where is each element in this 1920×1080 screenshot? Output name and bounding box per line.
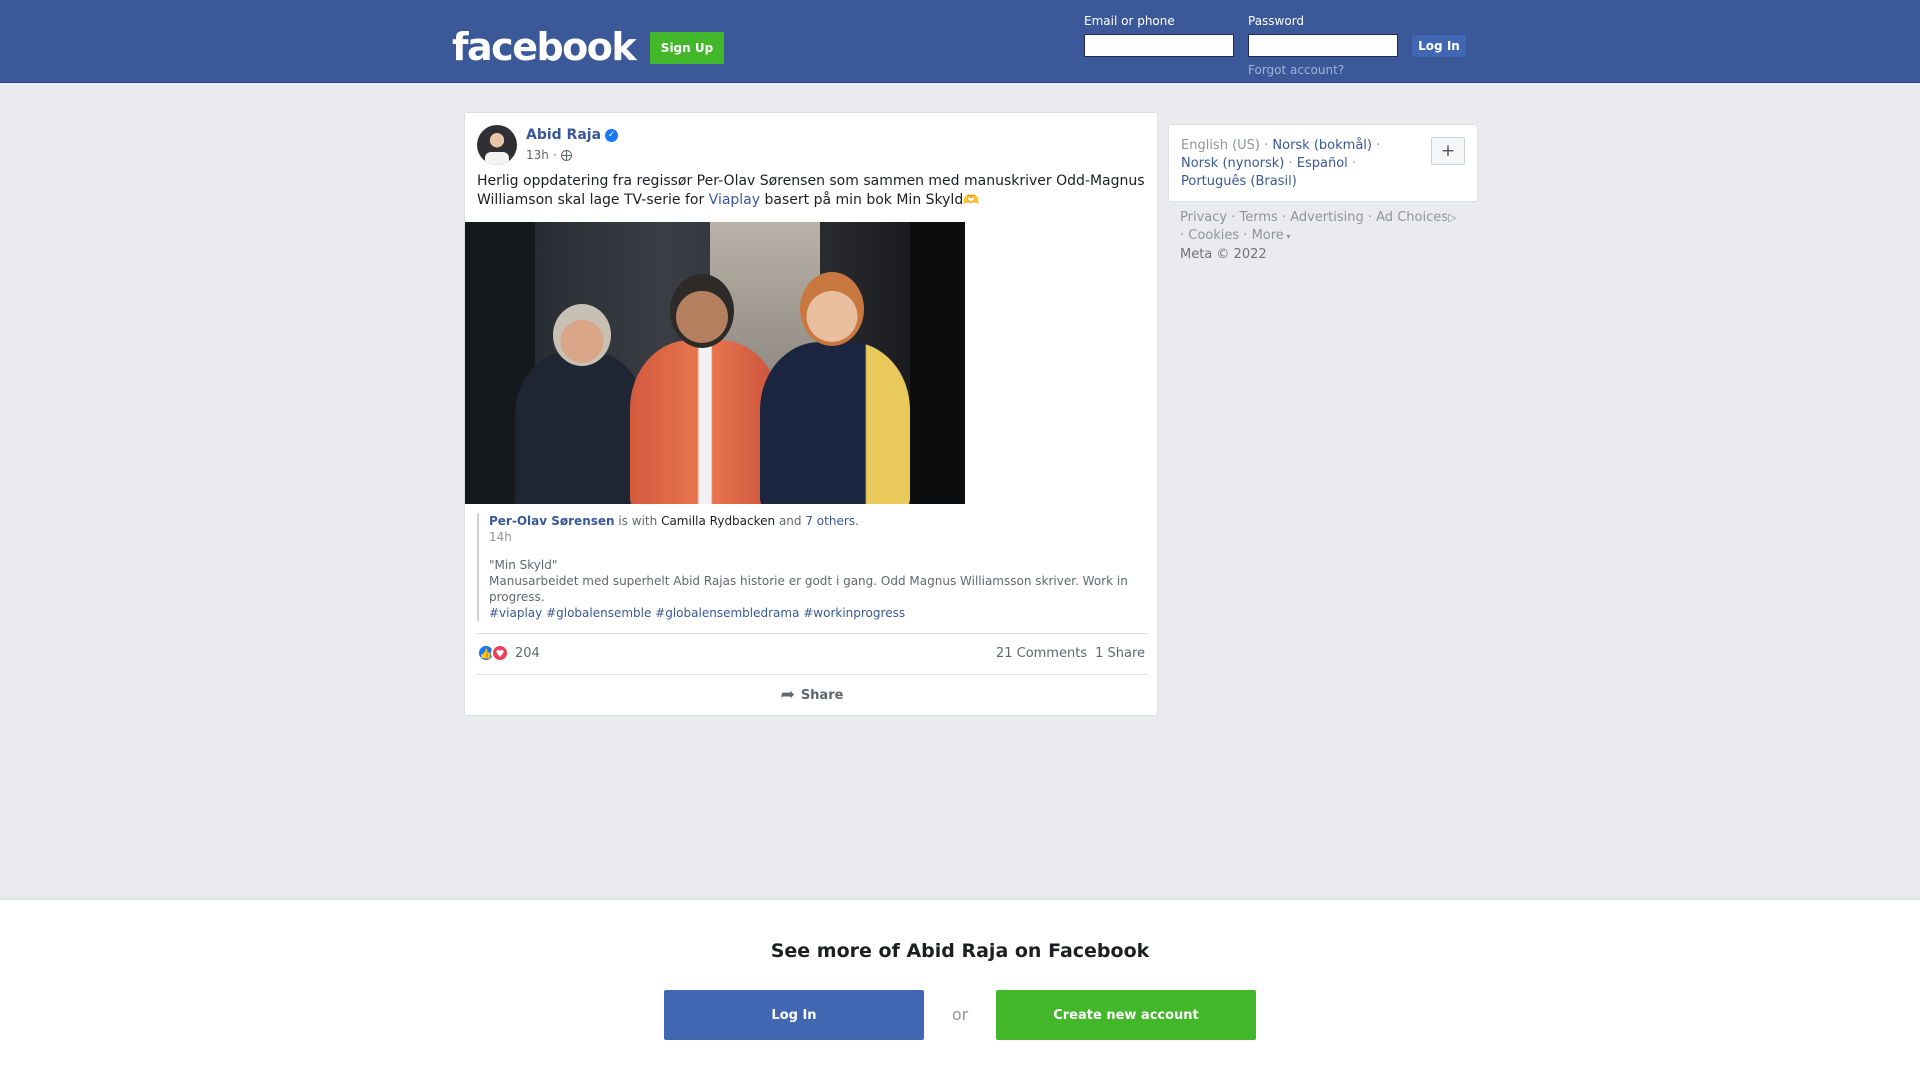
password-label: Password — [1248, 14, 1305, 28]
author-avatar[interactable] — [477, 125, 517, 165]
shared-period: . — [855, 514, 859, 528]
footer-sep: · — [1239, 228, 1252, 243]
footer-sep: · — [1227, 210, 1240, 225]
shared-author[interactable]: Per-Olav Sørensen — [489, 514, 615, 528]
caret-down-icon: ▾ — [1283, 232, 1291, 241]
shares-count[interactable]: 1 Share — [1095, 646, 1145, 661]
verified-badge-icon: ✓ — [605, 128, 619, 142]
language-link-portugues[interactable]: Português (Brasil) — [1181, 174, 1297, 189]
shared-and: and — [775, 514, 806, 528]
comments-count[interactable]: 21 Comments — [996, 646, 1087, 661]
lang-sep: · — [1371, 138, 1381, 153]
share-arrow-icon: ➦ — [780, 685, 795, 705]
create-account-button[interactable]: Create new account — [996, 990, 1256, 1040]
email-input[interactable] — [1084, 34, 1234, 57]
language-link-espanol[interactable]: Español — [1297, 156, 1348, 171]
email-label: Email or phone — [1084, 14, 1175, 28]
ad-choices-link[interactable]: Ad Choices — [1376, 210, 1448, 225]
cookies-link[interactable]: Cookies — [1188, 228, 1239, 243]
others-link[interactable]: 7 others — [805, 514, 855, 528]
language-link-norsk-bokmal[interactable]: Norsk (bokmål) — [1272, 138, 1372, 153]
post-meta: 13h · — [526, 148, 572, 162]
viaplay-link[interactable]: Viaplay — [709, 192, 760, 208]
shared-post: Per-Olav Sørensen is with Camilla Rydbac… — [477, 513, 1149, 621]
plus-icon: + — [1440, 141, 1456, 161]
ad-choices-icon: ▷ — [1448, 211, 1457, 224]
post-text: Herlig oppdatering fra regissør Per-Olav… — [477, 172, 1149, 210]
login-prompt-title: See more of Abid Raja on Facebook — [770, 940, 1150, 962]
globe-icon — [560, 149, 572, 161]
footer-sep: · — [1277, 210, 1291, 225]
post-card: Abid Raja ✓ 13h · Herlig oppdatering fra… — [464, 112, 1158, 716]
lang-sep: · — [1347, 156, 1357, 171]
engagement-counts: 21 Comments 1 Share — [996, 646, 1145, 661]
privacy-link[interactable]: Privacy — [1180, 210, 1227, 225]
shared-is-with: is with — [614, 514, 662, 528]
bottom-login-button[interactable]: Log In — [664, 990, 924, 1040]
author-name[interactable]: Abid Raja — [526, 127, 601, 143]
signup-button[interactable]: Sign Up — [650, 32, 724, 64]
heart-hands-icon: 🫶 — [963, 193, 980, 208]
copyright: Meta © 2022 — [1180, 247, 1267, 262]
post-time[interactable]: 13h — [526, 148, 549, 162]
footer-links: Privacy · Terms · Advertising · Ad Choic… — [1180, 209, 1480, 264]
password-input[interactable] — [1248, 34, 1398, 57]
forgot-account-link[interactable]: Forgot account? — [1248, 63, 1344, 77]
more-languages-button[interactable]: + — [1431, 137, 1465, 165]
facebook-logo[interactable]: facebook — [452, 24, 637, 70]
language-current: English (US) — [1181, 138, 1260, 153]
shared-title: "Min Skyld" — [489, 558, 558, 572]
share-label: Share — [800, 687, 844, 703]
language-list: English (US) · Norsk (bokmål) · Norsk (n… — [1181, 137, 1421, 191]
language-link-norsk-nynorsk[interactable]: Norsk (nynorsk) — [1181, 156, 1284, 171]
post-author: Abid Raja ✓ — [526, 127, 619, 143]
language-selector: English (US) · Norsk (bokmål) · Norsk (n… — [1168, 124, 1478, 202]
footer-sep: · — [1363, 210, 1377, 225]
shared-time[interactable]: 14h — [489, 529, 1149, 545]
or-separator: or — [951, 1005, 969, 1024]
hashtags[interactable]: #viaplay #globalensemble #globalensemble… — [489, 605, 1149, 621]
more-link[interactable]: More — [1252, 228, 1284, 243]
advertising-link[interactable]: Advertising — [1290, 210, 1364, 225]
lang-sep: · — [1284, 156, 1297, 171]
terms-link[interactable]: Terms — [1239, 210, 1277, 225]
login-prompt-bar: See more of Abid Raja on Facebook Log In… — [0, 900, 1920, 1080]
reaction-count: 204 — [515, 645, 540, 661]
shared-header: Per-Olav Sørensen is with Camilla Rydbac… — [489, 513, 1149, 529]
shared-body: Manusarbeidet med superhelt Abid Rajas h… — [489, 574, 1128, 604]
love-reaction-icon: ♥ — [491, 644, 509, 662]
top-navbar: facebook Sign Up Email or phone Password… — [0, 0, 1920, 83]
divider — [477, 633, 1147, 634]
divider — [477, 674, 1147, 675]
reactions-summary[interactable]: 👍 ♥ 204 — [477, 644, 540, 662]
lang-sep: · — [1259, 138, 1273, 153]
post-text-part: basert på min bok Min Skyld — [760, 192, 964, 208]
post-photo[interactable] — [465, 222, 965, 504]
share-button[interactable]: ➦ Share — [477, 679, 1147, 711]
tagged-person[interactable]: Camilla Rydbacken — [661, 514, 775, 528]
meta-separator: · — [552, 148, 557, 162]
header-login-button[interactable]: Log In — [1411, 34, 1467, 58]
